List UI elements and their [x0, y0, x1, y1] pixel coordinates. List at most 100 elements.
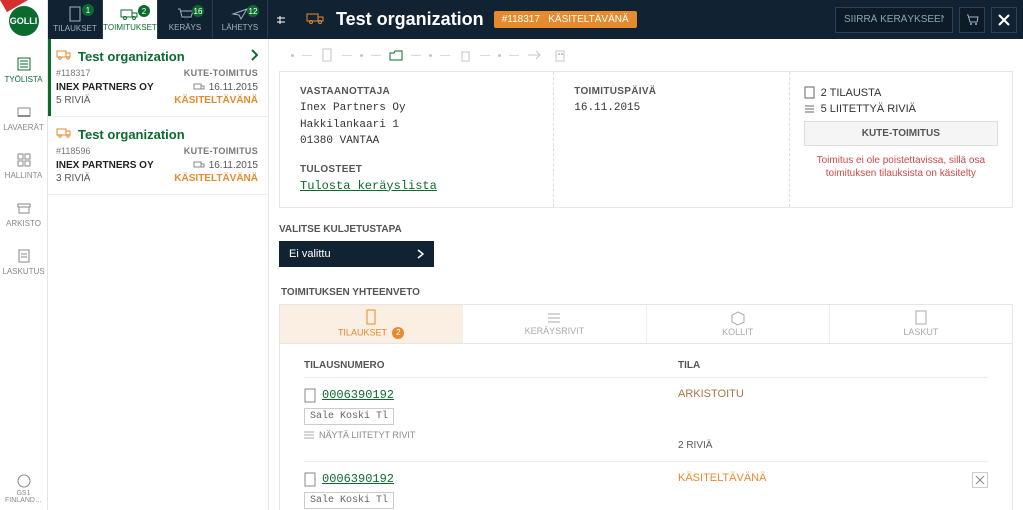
truck-small-icon [194, 83, 206, 92]
cart-icon [965, 13, 979, 27]
table-header: TILAUSNUMERO TILA [304, 354, 988, 377]
orders-count: 2 TILAUSTA [821, 87, 882, 99]
card-date: 16.11.2015 [209, 160, 258, 171]
order-number-link[interactable]: 0006390192 [322, 388, 394, 402]
building-icon[interactable] [549, 46, 571, 64]
truck-icon [306, 11, 326, 28]
truck-icon [56, 127, 72, 142]
action-iconbar: — —— —— —— [279, 39, 1013, 71]
cart-icon: 16 [176, 7, 194, 23]
nav-arkisto[interactable]: ARKISTO [0, 200, 48, 228]
tab-label: TOIMITUKSET [103, 23, 157, 32]
invoice-icon [16, 248, 32, 264]
tila-value: ARKISTOITU [678, 388, 744, 400]
search-area [835, 0, 1023, 39]
card-title: Test organization [78, 49, 244, 64]
badge: 2 [138, 5, 150, 17]
summary-tabs: TILAUKSET 2 KERÄYSRIVIT KOLLIT LASKUT [279, 304, 1013, 344]
arrow-right-icon[interactable] [523, 46, 545, 64]
col-tilausnumero: TILAUSNUMERO [304, 360, 678, 371]
tab-label: TILAUKSET [338, 327, 387, 337]
clipboard-icon[interactable] [316, 46, 338, 64]
card-rows: 3 RIVIÄ [56, 173, 90, 184]
transport-dropdown[interactable]: Ei valittu [279, 241, 434, 267]
collapse-panel-icon[interactable] [268, 0, 296, 39]
remove-row-button[interactable] [972, 472, 988, 488]
order-number-link[interactable]: 0006390192 [322, 472, 394, 486]
list-icon [304, 430, 314, 440]
attached-rows: 5 LIITETTYÄ RIVIÄ [821, 103, 916, 115]
recipient-panel: VASTAANOTTAJA Inex Partners Oy Hakkilank… [280, 72, 554, 207]
store-chip: Sale Koski Tl [304, 492, 394, 509]
card-id: #118317 [56, 68, 90, 78]
clipboard-icon [304, 388, 316, 403]
summary-tab-laskut[interactable]: LASKUT [830, 305, 1012, 343]
kute-label: KUTE-TOIMITUS [184, 146, 258, 156]
kute-toimitus-button[interactable]: KUTE-TOIMITUS [804, 121, 998, 146]
nav-laskutus[interactable]: LASKUTUS [0, 248, 48, 276]
delete-warning: Toimitus ei ole poistettavissa, sillä os… [804, 154, 998, 180]
tab-lahetys[interactable]: 12 LÄHETYS [213, 0, 268, 39]
cart-action-button[interactable] [959, 7, 985, 33]
trash-icon[interactable] [454, 46, 476, 64]
store-chip: Sale Koski Tl [304, 408, 394, 425]
nav-label: HALLINTA [5, 171, 43, 180]
nav-footer: GS1 FINLAND… [0, 474, 47, 504]
list-icon [804, 104, 815, 115]
search-input[interactable] [835, 7, 953, 33]
tab-label: LASKUT [903, 327, 938, 337]
nav-hallinta[interactable]: HALLINTA [0, 152, 48, 180]
summary-section: TOIMITUKSEN YHTEENVETO TILAUKSET 2 KERÄY… [279, 287, 1013, 510]
truck-icon [56, 49, 72, 64]
show-attached-rows[interactable]: NÄYTÄ LIITETYT RIVIT [304, 430, 678, 440]
status-label: KÄSITELTÄVÄNÄ [548, 14, 628, 25]
recipient-line: Inex Partners Oy [300, 100, 533, 117]
globe-icon [17, 474, 31, 488]
main-content: — —— —— —— VASTAANOTTAJA Inex Partners O… [269, 39, 1023, 510]
transport-title: VALITSE KULJETUSTAPA [279, 224, 1013, 235]
page-title: Test organization [336, 9, 484, 30]
tab-kerays[interactable]: 16 KERÄYS [158, 0, 213, 39]
close-icon [976, 476, 984, 484]
card-status: KÄSITELTÄVÄNÄ [174, 173, 258, 184]
delivery-card[interactable]: Test organization #118317 KUTE-TOIMITUS … [48, 39, 268, 117]
brand-logo[interactable]: GOLLI [9, 6, 39, 36]
nav-tyolista[interactable]: TYÖLISTA [0, 56, 48, 84]
tab-tilaukset[interactable]: 1 TILAUKSET [48, 0, 103, 39]
summary-tab-keraysrivit[interactable]: KERÄYSRIVIT [463, 305, 646, 343]
folder-icon[interactable] [385, 46, 407, 64]
footer-text: GS1 FINLAND… [0, 490, 47, 504]
card-status: KÄSITELTÄVÄNÄ [174, 95, 258, 106]
show-label: NÄYTÄ LIITETYT RIVIT [319, 430, 415, 440]
send-icon: 12 [231, 7, 249, 23]
grid-icon [16, 152, 32, 168]
prints-title: TULOSTEET [300, 164, 533, 175]
print-picklist-link[interactable]: Tulosta keräyslista [300, 179, 437, 193]
title-area: Test organization #118317 KÄSITELTÄVÄNÄ [296, 0, 835, 39]
card-id: #118596 [56, 146, 90, 156]
orders-table: TILAUSNUMERO TILA 0006390192 Sale Koski … [279, 344, 1013, 510]
status-chip: #118317 KÄSITELTÄVÄNÄ [494, 11, 637, 28]
status-id: #118317 [502, 14, 540, 25]
archive-icon [16, 200, 32, 216]
nav-lavaerat[interactable]: LAVAERÄT [0, 104, 48, 132]
nav-label: ARKISTO [6, 219, 41, 228]
close-button[interactable] [991, 7, 1017, 33]
order-row: 0006390192 Sale Koski Tl NÄYTÄ LIITETYT … [304, 461, 988, 510]
nav-label: LAVAERÄT [3, 123, 44, 132]
date-panel: TOIMITUSPÄIVÄ 16.11.2015 [554, 72, 789, 207]
tab-toimitukset[interactable]: 2 TOIMITUKSET [103, 0, 158, 39]
nav-label: TYÖLISTA [4, 75, 42, 84]
truck-small-icon [194, 161, 206, 170]
card-partner: INEX PARTNERS OY [56, 82, 154, 93]
summary-tab-kollit[interactable]: KOLLIT [647, 305, 830, 343]
badge: 16 [192, 5, 204, 17]
card-partner: INEX PARTNERS OY [56, 160, 154, 171]
summary-title: TOIMITUKSEN YHTEENVETO [279, 287, 1013, 298]
delivery-card[interactable]: Test organization #118596 KUTE-TOIMITUS … [48, 117, 268, 195]
summary-tab-tilaukset[interactable]: TILAUKSET 2 [280, 305, 463, 343]
box-icon [731, 311, 745, 325]
kute-label: KUTE-TOIMITUS [184, 68, 258, 78]
tab-label: KERÄYSRIVIT [525, 326, 585, 336]
badge: 1 [82, 4, 94, 16]
